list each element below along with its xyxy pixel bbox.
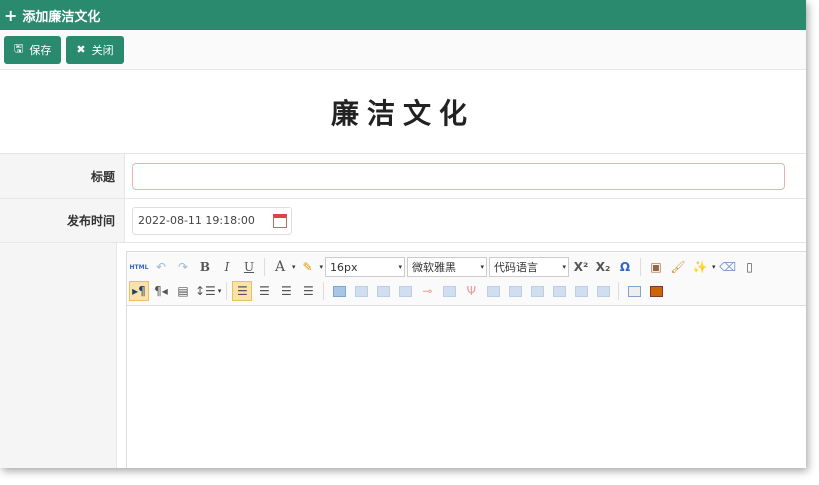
align-justify-icon[interactable]: ☰: [298, 281, 318, 301]
insert-row-icon[interactable]: [395, 281, 415, 301]
close-label: 关闭: [91, 43, 114, 57]
underline-button[interactable]: U: [239, 257, 259, 277]
insert-table-icon[interactable]: [329, 281, 349, 301]
editor-body[interactable]: [127, 306, 806, 466]
special-char-button[interactable]: Ω: [615, 257, 635, 277]
title-label: 标题: [0, 154, 125, 198]
content-row: HTML ↶ ↷ B I U A ▾ ✎ ▾ 16px ▾ 微软雅黑 ▾ 代码语言 ▾ X…: [0, 243, 806, 468]
calendar-icon[interactable]: [273, 213, 287, 228]
save-button[interactable]: 🖫 保存: [4, 35, 62, 64]
close-button[interactable]: ✖ 关闭: [66, 35, 124, 64]
window-title: 添加廉洁文化: [22, 9, 101, 25]
highlight-color-icon[interactable]: ✎: [298, 257, 318, 277]
align-center-icon[interactable]: ☰: [254, 281, 274, 301]
bold-button[interactable]: B: [195, 257, 215, 277]
dialog: + 添加廉洁文化 🖫 保存 ✖ 关闭 廉洁文化 标题 发布时间 2022-08-11…: [0, 0, 806, 468]
italic-button[interactable]: I: [217, 257, 237, 277]
title-input[interactable]: [132, 162, 785, 190]
subscript-icon[interactable]: X₂: [593, 257, 613, 277]
code-language-select[interactable]: 代码语言 ▾: [489, 257, 570, 277]
date-value: 2022-08-11 19:18:00: [138, 214, 255, 227]
action-toolbar: 🖫 保存 ✖ 关闭: [0, 30, 806, 70]
page-title: 廉洁文化: [0, 70, 806, 154]
insert-col-icon[interactable]: [439, 281, 459, 301]
title-bar: + 添加廉洁文化: [0, 0, 806, 30]
caption-icon[interactable]: [373, 281, 393, 301]
save-label: 保存: [29, 43, 52, 57]
plus-icon: +: [4, 5, 18, 25]
insert-image-icon[interactable]: [646, 281, 666, 301]
date-row: 发布时间 2022-08-11 19:18:00: [0, 199, 806, 243]
rtl-icon[interactable]: ¶◂: [151, 281, 171, 301]
preview-icon[interactable]: [624, 281, 644, 301]
indent-icon[interactable]: ▤: [173, 281, 193, 301]
ltr-icon[interactable]: ▸¶: [129, 281, 149, 301]
merge-cells-icon[interactable]: [483, 281, 503, 301]
auto-format-icon[interactable]: ✨: [690, 257, 710, 277]
delete-row-icon[interactable]: ⊸: [417, 281, 437, 301]
format-brush-icon[interactable]: 🖌: [668, 257, 688, 277]
close-icon: ✖: [76, 43, 86, 56]
date-label: 发布时间: [0, 199, 125, 242]
editor-toolbar: HTML ↶ ↷ B I U A ▾ ✎ ▾ 16px ▾ 微软雅黑 ▾ 代码语言 ▾ X…: [127, 252, 806, 306]
content-label: [0, 243, 117, 468]
save-icon: 🖫: [14, 42, 24, 55]
delete-table-icon[interactable]: [351, 281, 371, 301]
delete-col-icon[interactable]: Ψ: [461, 281, 481, 301]
html-source-button[interactable]: HTML: [129, 257, 149, 277]
split-cols-icon[interactable]: [593, 281, 613, 301]
align-right-icon[interactable]: ☰: [276, 281, 296, 301]
merge-down-icon[interactable]: [527, 281, 547, 301]
rich-text-editor: HTML ↶ ↷ B I U A ▾ ✎ ▾ 16px ▾ 微软雅黑 ▾ 代码语言 ▾ X…: [126, 251, 806, 468]
merge-right-icon[interactable]: [505, 281, 525, 301]
split-rows-icon[interactable]: [571, 281, 591, 301]
font-color-button[interactable]: A: [270, 257, 290, 277]
line-height-icon[interactable]: ↕☰: [195, 281, 216, 301]
eraser-icon[interactable]: ⌫: [718, 257, 738, 277]
paste-icon[interactable]: ▣: [646, 257, 666, 277]
undo-icon[interactable]: ↶: [151, 257, 171, 277]
redo-icon[interactable]: ↷: [173, 257, 193, 277]
font-size-select[interactable]: 16px ▾: [325, 257, 406, 277]
split-cells-icon[interactable]: [549, 281, 569, 301]
font-family-select[interactable]: 微软雅黑 ▾: [407, 257, 488, 277]
date-input[interactable]: 2022-08-11 19:18:00: [132, 206, 292, 235]
page-icon[interactable]: ▯: [740, 257, 760, 277]
title-row: 标题: [0, 154, 806, 199]
superscript-icon[interactable]: X²: [571, 257, 591, 277]
align-left-icon[interactable]: ☰: [232, 281, 253, 301]
